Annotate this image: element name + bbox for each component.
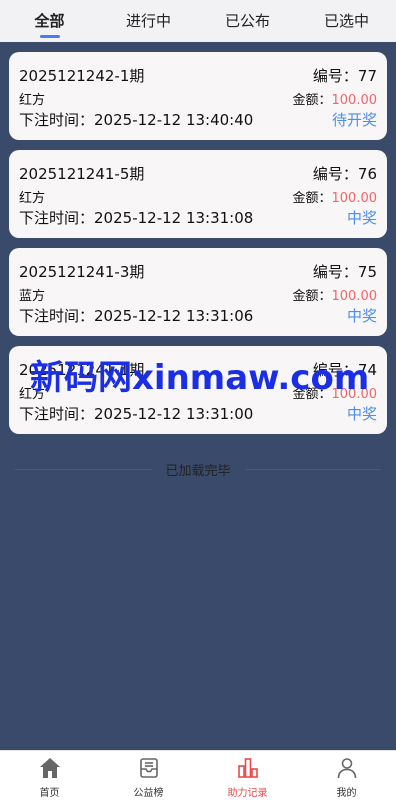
team-label: 蓝方 <box>19 289 46 304</box>
number-value: 77 <box>357 67 377 85</box>
tab-published[interactable]: 已公布 <box>198 0 297 42</box>
amount-value: 100.00 <box>331 191 378 206</box>
inbox-icon <box>139 758 158 778</box>
tab-label: 已选中 <box>323 12 369 30</box>
record-card[interactable]: 2025121241-3期 编号：75 蓝方 金额：100.00 下注时间：2025… <box>9 248 387 336</box>
filter-tabs: 全部 进行中 已公布 已选中 <box>0 0 396 42</box>
time-label: 下注时间： <box>19 307 95 325</box>
period-id: 2025121242-1期 <box>19 67 145 85</box>
bottom-nav: 首页 公益榜 助力记录 我的 <box>0 750 396 801</box>
time-value: 2025-12-12 13:31:08 <box>94 209 254 227</box>
tab-label: 全部 <box>34 12 65 30</box>
tab-selected[interactable]: 已选中 <box>297 0 396 42</box>
team-label: 红方 <box>19 191 46 206</box>
amount-label: 金额： <box>292 289 332 304</box>
amount-group: 金额：100.00 <box>292 89 377 108</box>
tab-in-progress[interactable]: 进行中 <box>99 0 198 42</box>
watermark-overlay: 新码网xinmaw.com <box>30 358 370 398</box>
nav-home[interactable]: 首页 <box>0 751 99 801</box>
nav-boost-records[interactable]: 助力记录 <box>198 751 297 801</box>
time-value: 2025-12-12 13:31:00 <box>94 405 254 423</box>
bet-time: 下注时间：2025-12-12 13:31:08 <box>19 207 253 228</box>
status-badge: 中奖 <box>346 405 377 423</box>
status-badge: 中奖 <box>346 307 377 325</box>
nav-label: 首页 <box>39 788 60 799</box>
status-badge: 待开奖 <box>331 111 377 129</box>
active-tab-indicator <box>39 35 60 38</box>
record-number: 编号：75 <box>313 261 377 282</box>
number-label: 编号： <box>312 165 358 183</box>
number-value: 75 <box>357 263 377 281</box>
bet-time: 下注时间：2025-12-12 13:40:40 <box>19 109 253 130</box>
record-card[interactable]: 2025121241-5期 编号：76 红方 金额：100.00 下注时间：2025… <box>9 150 387 238</box>
time-value: 2025-12-12 13:40:40 <box>94 111 254 129</box>
record-number: 编号：76 <box>313 163 377 184</box>
end-of-list: 已加载完毕 <box>15 459 382 479</box>
nav-profile[interactable]: 我的 <box>297 751 396 801</box>
time-label: 下注时间： <box>19 111 95 129</box>
record-card[interactable]: 2025121242-1期 编号：77 红方 金额：100.00 下注时间：2025… <box>9 52 387 140</box>
number-label: 编号： <box>312 263 358 281</box>
amount-group: 金额：100.00 <box>292 285 377 304</box>
user-icon <box>337 758 356 779</box>
time-label: 下注时间： <box>19 209 95 227</box>
amount-label: 金额： <box>292 191 332 206</box>
chart-icon <box>237 758 258 778</box>
bet-time: 下注时间：2025-12-12 13:31:06 <box>19 305 253 326</box>
divider <box>244 468 382 470</box>
period-id: 2025121241-5期 <box>19 165 145 183</box>
amount-value: 100.00 <box>331 289 378 304</box>
nav-label: 助力记录 <box>227 788 268 799</box>
amount-value: 100.00 <box>331 93 378 108</box>
period-id: 2025121241-3期 <box>19 263 145 281</box>
number-label: 编号： <box>312 67 358 85</box>
status-badge: 中奖 <box>346 209 377 227</box>
nav-label: 公益榜 <box>133 788 164 799</box>
time-label: 下注时间： <box>19 405 95 423</box>
tab-all[interactable]: 全部 <box>0 0 99 42</box>
tab-label: 进行中 <box>125 12 171 30</box>
nav-charity-board[interactable]: 公益榜 <box>99 751 198 801</box>
loaded-text: 已加载完毕 <box>165 463 231 479</box>
home-icon <box>39 758 60 778</box>
team-label: 红方 <box>19 93 46 108</box>
divider <box>15 468 152 470</box>
record-number: 编号：77 <box>313 65 377 86</box>
amount-label: 金额： <box>292 93 332 108</box>
amount-group: 金额：100.00 <box>292 187 377 206</box>
bet-time: 下注时间：2025-12-12 13:31:00 <box>19 403 253 424</box>
tab-label: 已公布 <box>224 12 270 30</box>
time-value: 2025-12-12 13:31:06 <box>94 307 254 325</box>
number-value: 76 <box>357 165 377 183</box>
nav-label: 我的 <box>336 788 357 799</box>
